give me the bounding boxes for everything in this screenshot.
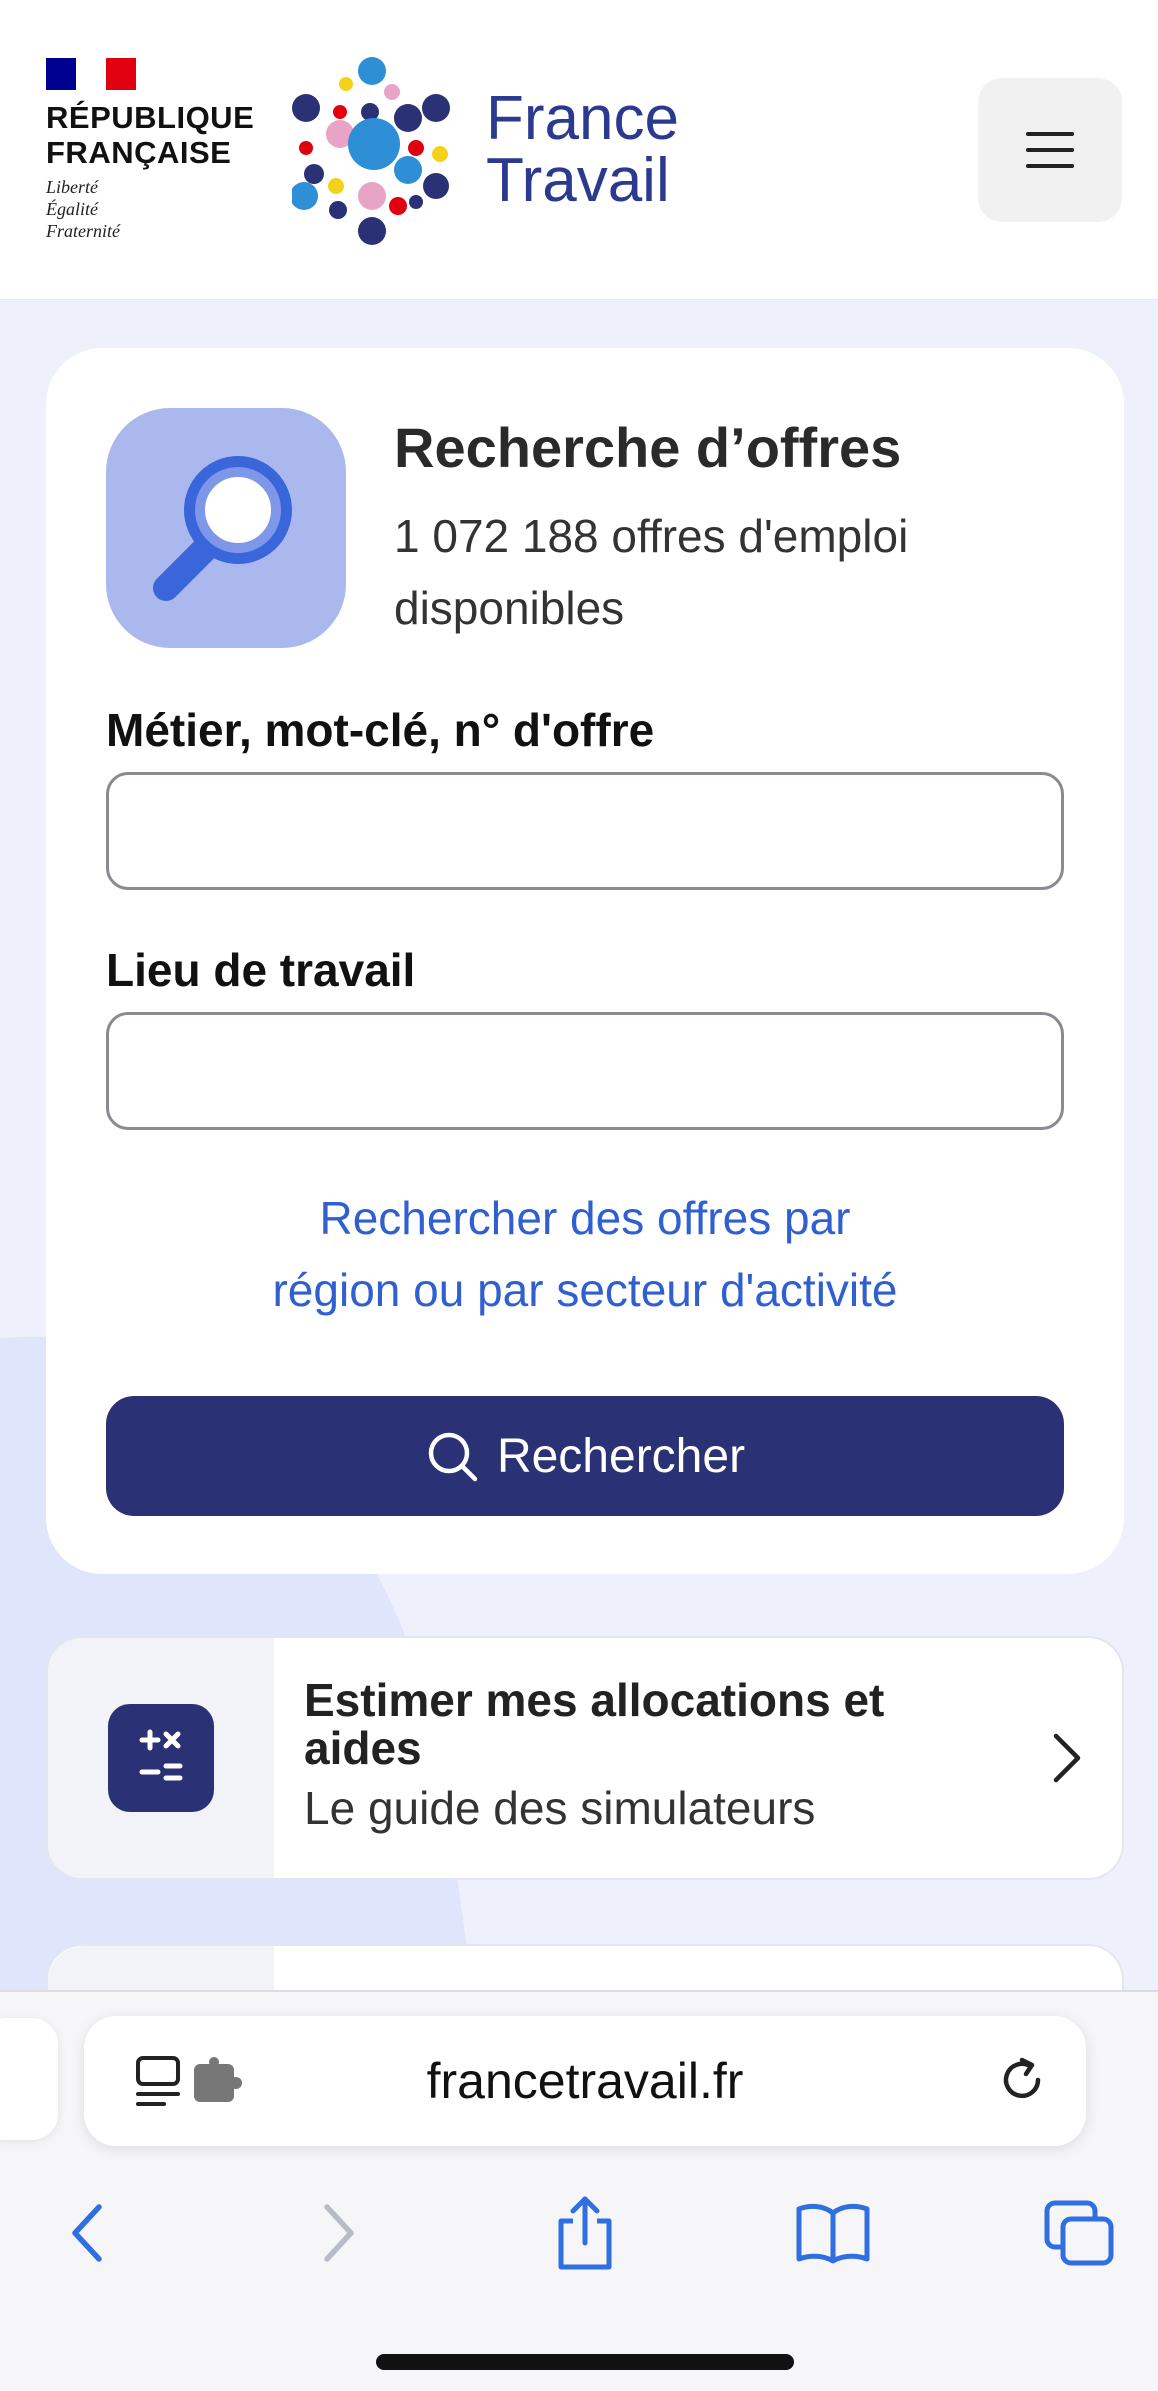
- motto-line2: Égalité: [46, 199, 98, 219]
- bookmarks-button[interactable]: [788, 2188, 878, 2278]
- chevron-left-icon: [72, 2204, 102, 2262]
- brand-line2: Travail: [486, 146, 670, 215]
- region-sector-search-link[interactable]: Rechercher des offres par région ou par …: [106, 1182, 1064, 1326]
- search-button-label: Rechercher: [496, 1429, 746, 1483]
- keyword-input[interactable]: [106, 772, 1064, 890]
- tabs-button[interactable]: [1034, 2188, 1124, 2278]
- motto-line1: Liberté: [46, 177, 98, 197]
- gov-name-line1: RÉPUBLIQUE: [46, 100, 255, 135]
- search-title: Recherche d’offres: [394, 416, 902, 479]
- france-travail-dots-logo[interactable]: [292, 56, 462, 246]
- share-button[interactable]: [540, 2188, 630, 2278]
- previous-tab-edge[interactable]: [0, 2018, 58, 2140]
- chevron-right-icon: [1053, 1733, 1081, 1783]
- calculator-icon: [108, 1704, 214, 1812]
- back-button[interactable]: [42, 2188, 132, 2278]
- hamburger-icon: [1026, 132, 1074, 168]
- site-header: RÉPUBLIQUE FRANÇAISE Liberté Égalité Fra…: [0, 0, 1158, 300]
- allocations-card[interactable]: Estimer mes allocations et aides Le guid…: [46, 1636, 1124, 1880]
- book-icon: [796, 2203, 870, 2264]
- republique-francaise-logo[interactable]: RÉPUBLIQUE FRANÇAISE Liberté Égalité Fra…: [46, 58, 256, 248]
- browser-toolbar: francetravail.fr: [0, 1990, 1158, 2391]
- chevron-right-icon: [324, 2204, 354, 2262]
- gov-name-line2: FRANÇAISE: [46, 135, 232, 170]
- menu-button[interactable]: [978, 78, 1122, 222]
- brand-line1: France: [486, 84, 679, 153]
- region-link-line1: Rechercher des offres par: [319, 1192, 851, 1244]
- location-label: Lieu de travail: [106, 944, 416, 996]
- address-bar[interactable]: francetravail.fr: [84, 2016, 1086, 2146]
- location-input[interactable]: [106, 1012, 1064, 1130]
- tabs-icon: [1044, 2200, 1114, 2266]
- region-link-line2: région ou par secteur d'activité: [272, 1264, 898, 1316]
- allocations-subtitle: Le guide des simulateurs: [304, 1782, 816, 1834]
- gov-motto: Liberté Égalité Fraternité: [46, 176, 256, 242]
- allocations-title: Estimer mes allocations et aides: [304, 1674, 885, 1774]
- browser-nav-row: [0, 2188, 1158, 2288]
- forward-button[interactable]: [294, 2188, 384, 2278]
- home-indicator: [376, 2354, 794, 2370]
- reload-icon[interactable]: [992, 2050, 1052, 2110]
- keyword-label: Métier, mot-clé, n° d'offre: [106, 704, 655, 756]
- magnifier-tile: [106, 408, 346, 648]
- search-icon: [428, 1432, 478, 1482]
- gov-name: RÉPUBLIQUE FRANÇAISE: [46, 100, 256, 170]
- share-icon: [558, 2196, 612, 2270]
- french-flag-icon: [46, 58, 136, 90]
- motto-line3: Fraternité: [46, 221, 120, 241]
- magnifier-icon: [153, 456, 292, 601]
- search-button[interactable]: Rechercher: [106, 1396, 1064, 1516]
- offer-count: 1 072 188 offres d'emploi disponibles: [394, 510, 909, 634]
- url-text: francetravail.fr: [426, 2053, 744, 2109]
- job-search-card: Recherche d’offres 1 072 188 offres d'em…: [46, 348, 1124, 1574]
- france-travail-brand[interactable]: France Travail: [486, 88, 679, 212]
